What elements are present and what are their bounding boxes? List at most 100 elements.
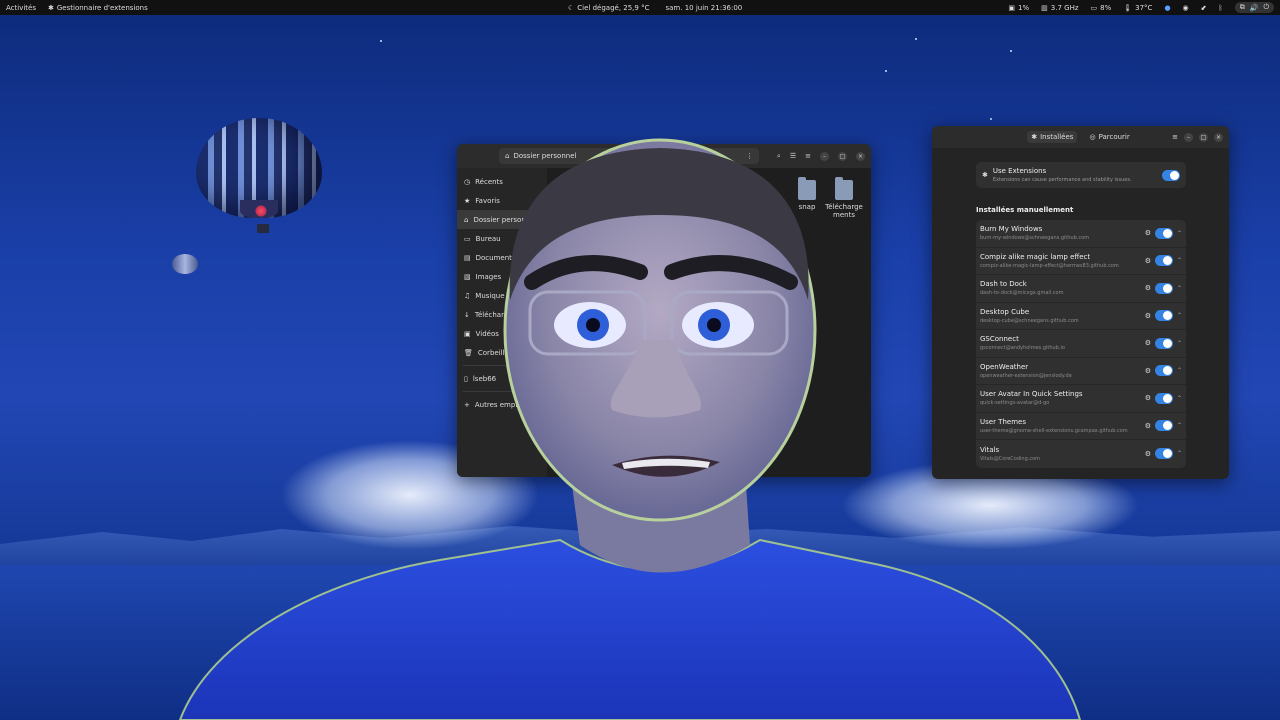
tab-browse[interactable]: ◎ Parcourir (1085, 131, 1133, 143)
extension-id: quick-settings-avatar@d-go (980, 400, 1050, 407)
maximize-button[interactable]: □ (838, 151, 847, 161)
cpu-indicator[interactable]: ▣ 1% (1008, 4, 1029, 12)
clock-icon: ◷ (464, 177, 471, 186)
chevron-up-icon[interactable]: ⌃ (1177, 422, 1182, 429)
image-icon: ▧ (464, 272, 471, 281)
file-manager-window: ⌂ Dossier personnel ⋮ ⌕ ☰ ≡ – □ × ◷ Récen… (457, 144, 871, 477)
sidebar-item-8[interactable]: ▣ Vidéos (457, 324, 547, 343)
sidebar-item-2[interactable]: ⌂ Dossier personnel (457, 210, 547, 229)
close-button[interactable]: × (1214, 132, 1223, 142)
menu-icon[interactable]: ≡ (805, 152, 811, 160)
tab-installed[interactable]: ✱ Installées (1027, 131, 1078, 143)
search-icon[interactable]: ⌕ (777, 152, 781, 161)
more-icon[interactable]: ⋮ (746, 152, 753, 160)
sidebar-item-6[interactable]: ♫ Musique (457, 286, 547, 305)
sidebar-item-4[interactable]: ▤ Documents (457, 248, 547, 267)
extension-toggle[interactable] (1154, 337, 1173, 349)
tab-label: Parcourir (1098, 133, 1130, 141)
extension-id: Vitals@CoreCoding.com (980, 455, 1041, 462)
extension-row: User Themes user-theme@gnome-shell-extens… (976, 413, 1186, 440)
chevron-up-icon[interactable]: ⌃ (1177, 395, 1182, 402)
sidebar-item-1[interactable]: ★ Favoris (457, 191, 547, 210)
gsconnect-icon[interactable]: ● (1164, 4, 1170, 12)
puzzle-icon: ✱ (1031, 133, 1038, 141)
extension-id: openweather-extension@jenslody.de (980, 372, 1072, 379)
extension-toggle[interactable] (1154, 310, 1173, 322)
gear-icon[interactable]: ⚙ (1145, 367, 1151, 375)
gear-icon[interactable]: ⚙ (1145, 394, 1151, 402)
extension-row: Compiz alike magic lamp effect compiz-ali… (976, 248, 1186, 275)
folder-snap[interactable]: snap (787, 177, 827, 211)
activities-button[interactable]: Activités (6, 4, 36, 12)
extension-id: desktop-cube@schneegans.github.com (980, 317, 1079, 324)
gear-icon[interactable]: ⚙ (1145, 450, 1151, 458)
gear-icon[interactable]: ⚙ (1145, 422, 1151, 430)
extension-row: Desktop Cube desktop-cube@schneegans.gith… (976, 303, 1186, 330)
balloon-flame (255, 205, 267, 217)
clock[interactable]: sam. 10 juin 21:36:00 (665, 4, 742, 12)
temperature-indicator[interactable]: 🌡 37°C (1123, 4, 1152, 12)
maximize-button[interactable]: □ (1199, 132, 1208, 142)
system-menu[interactable]: ⧉ 🔊 ⏻ (1234, 2, 1274, 13)
sidebar-item-10[interactable]: ▯ lseb66 (457, 369, 547, 388)
folder-label: Télécharge ments (825, 203, 863, 219)
bluetooth-icon[interactable]: ᛒ (1219, 4, 1223, 12)
gear-icon[interactable]: ⚙ (1145, 229, 1151, 237)
extension-name: Burn My Windows (980, 225, 1043, 234)
extension-toggle[interactable] (1154, 227, 1173, 239)
chevron-up-icon[interactable]: ⌃ (1177, 450, 1182, 457)
sidebar-item-11[interactable]: + Autres emplacements (457, 395, 547, 414)
gear-icon[interactable]: ⚙ (1145, 284, 1151, 292)
eye-icon[interactable]: ◉ (1183, 4, 1189, 12)
gear-icon[interactable]: ⚙ (1145, 312, 1151, 320)
extension-id: user-theme@gnome-shell-extensions.gcampa… (980, 427, 1128, 434)
menu-icon[interactable]: ≡ (1172, 133, 1178, 141)
puzzle-icon: ✱ (48, 3, 54, 12)
app-menu[interactable]: ✱ Gestionnaire d'extensions (48, 4, 148, 12)
folder-downloads[interactable]: Télécharge ments (824, 177, 864, 219)
sidebar-item-7[interactable]: ↓ Téléchargements (457, 305, 547, 324)
extension-toggle[interactable] (1154, 365, 1173, 377)
extension-toggle[interactable] (1154, 448, 1173, 460)
extension-manager-header: ✱ Installées ◎ Parcourir ≡ – □ × (932, 126, 1229, 148)
sidebar-item-5[interactable]: ▧ Images (457, 267, 547, 286)
extension-toggle[interactable] (1154, 420, 1173, 432)
extension-toggle[interactable] (1154, 392, 1173, 404)
chevron-up-icon[interactable]: ⌃ (1177, 285, 1182, 292)
extension-toggle[interactable] (1154, 255, 1173, 267)
sidebar-item-9[interactable]: 🗑 Corbeille (457, 343, 547, 362)
gear-icon[interactable]: ⚙ (1145, 257, 1151, 265)
sidebar-item-label: Bureau (475, 234, 501, 243)
use-extensions-toggle[interactable] (1162, 169, 1180, 181)
sidebar-item-3[interactable]: ▭ Bureau (457, 229, 547, 248)
small-balloon (172, 254, 198, 274)
sidebar-item-label: Documents (475, 253, 516, 262)
chevron-up-icon[interactable]: ⌃ (1177, 230, 1182, 237)
gear-icon[interactable]: ⚙ (1145, 339, 1151, 347)
freq-value: 3.7 GHz (1050, 3, 1079, 12)
extension-toggle[interactable] (1154, 282, 1173, 294)
chevron-up-icon[interactable]: ⌃ (1177, 257, 1182, 264)
sidebar-item-0[interactable]: ◷ Récents (457, 172, 547, 191)
extension-name: OpenWeather (980, 362, 1029, 371)
path-bar[interactable]: ⌂ Dossier personnel ⋮ (499, 148, 759, 164)
minimize-button[interactable]: – (1184, 132, 1193, 142)
memory-indicator[interactable]: ▭ 8% (1091, 4, 1112, 12)
extension-name: GSConnect (980, 335, 1019, 344)
chevron-up-icon[interactable]: ⌃ (1177, 312, 1182, 319)
chevron-up-icon[interactable]: ⌃ (1177, 367, 1182, 374)
memory-value: 8% (1100, 3, 1112, 12)
view-list-icon[interactable]: ☰ (790, 152, 796, 160)
arrow-icon[interactable]: ⬋ (1201, 4, 1207, 12)
freq-indicator[interactable]: ▥ 3.7 GHz (1041, 4, 1078, 12)
weather-indicator[interactable]: ☾ Ciel dégagé, 25,9 °C (568, 4, 649, 12)
sidebar-item-label: Récents (475, 177, 503, 186)
minimize-button[interactable]: – (820, 151, 829, 161)
tab-label: Installées (1040, 133, 1074, 141)
star (380, 40, 382, 42)
close-button[interactable]: × (856, 151, 865, 161)
use-extensions-row: ✱ Use Extensions Extensions can cause pe… (976, 162, 1186, 188)
desktop-icon: ▭ (464, 234, 471, 243)
home-icon: ⌂ (464, 215, 469, 224)
chevron-up-icon[interactable]: ⌃ (1177, 340, 1182, 347)
